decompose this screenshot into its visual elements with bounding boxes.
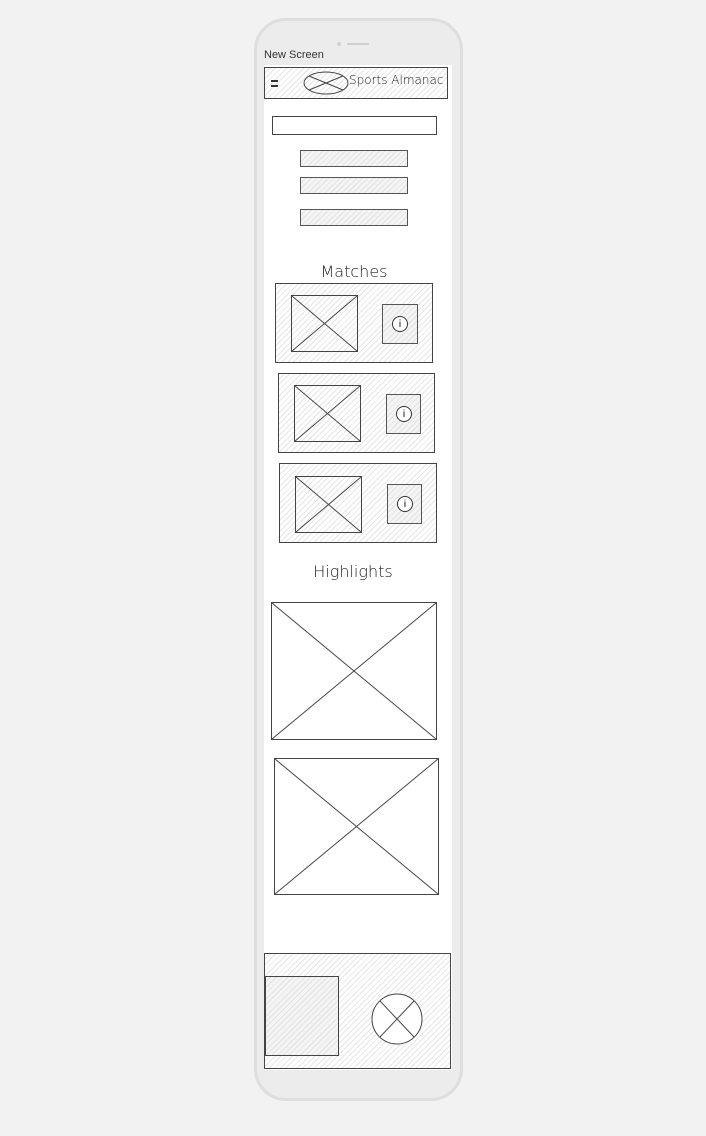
info-icon: i — [397, 496, 413, 512]
footer-bar — [264, 953, 451, 1069]
app-title: Sports Almanac — [349, 73, 444, 87]
nav-button-3[interactable] — [300, 209, 408, 226]
info-icon: i — [392, 316, 408, 332]
nav-button-2[interactable] — [300, 177, 408, 194]
menu-icon[interactable] — [271, 80, 278, 87]
info-button[interactable]: i — [387, 484, 422, 524]
footer-image-placeholder[interactable] — [371, 992, 423, 1046]
header-bar: Sports Almanac — [264, 67, 448, 99]
highlights-heading: Highlights — [313, 562, 393, 581]
speaker-slot — [347, 43, 369, 45]
match-image — [294, 385, 361, 442]
camera-dot — [337, 42, 341, 46]
footer-panel[interactable] — [265, 976, 339, 1056]
match-image — [295, 476, 362, 533]
info-button[interactable]: i — [386, 394, 421, 434]
info-button[interactable]: i — [382, 304, 418, 344]
matches-heading: Matches — [320, 262, 388, 281]
highlight-video-1[interactable] — [271, 602, 437, 740]
highlight-video-2[interactable] — [274, 758, 439, 895]
match-card[interactable]: i — [278, 373, 435, 453]
match-image — [291, 295, 358, 352]
match-card[interactable]: i — [275, 283, 433, 363]
match-card[interactable]: i — [279, 463, 437, 543]
nav-button-1[interactable] — [300, 150, 408, 167]
search-input[interactable] — [272, 116, 437, 135]
screen-title: New Screen — [264, 49, 324, 61]
logo-image — [303, 71, 349, 95]
info-icon: i — [396, 406, 412, 422]
